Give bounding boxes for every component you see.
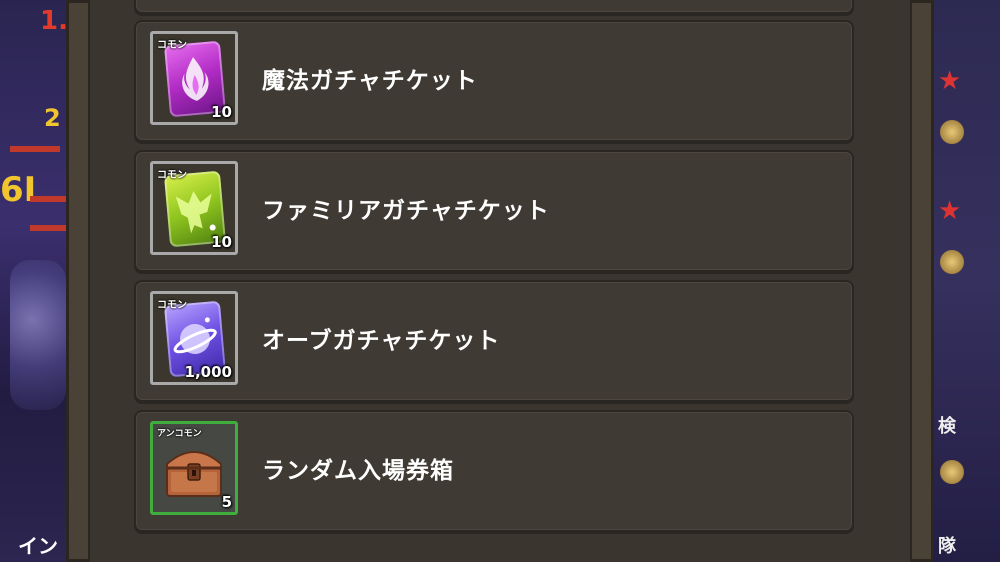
background-number: 6I [0, 170, 37, 210]
star-icon: ★ [938, 196, 962, 226]
side-menu-label: 検 [938, 416, 956, 437]
item-icon-frame: コモン 10 [150, 31, 238, 125]
rarity-label: アンコモン [157, 429, 202, 439]
star-icon: ★ [938, 66, 962, 96]
menu-icon [940, 460, 964, 484]
rarity-label: コモン [157, 300, 187, 311]
background-text: イン [18, 534, 58, 558]
item-quantity: 10 [211, 233, 232, 251]
item-icon-frame: アンコモン 5 [150, 421, 238, 515]
item-icon-frame: コモン 1,000 [150, 291, 238, 385]
list-item-random-ticket-box[interactable]: アンコモン 5 ランダム入場券箱 [134, 410, 854, 532]
item-name: ランダム入場券箱 [262, 458, 454, 484]
hp-bar [30, 225, 70, 231]
item-icon-frame: コモン 10 [150, 161, 238, 255]
medal-icon [940, 120, 964, 144]
character-sprite [10, 260, 66, 410]
side-menu-label: 隊 [938, 536, 956, 557]
item-quantity: 1,000 [184, 363, 232, 381]
hp-bar [30, 196, 70, 202]
game-background-right: ★ ★ 検 隊 [934, 0, 1000, 562]
rarity-label: コモン [157, 40, 187, 51]
list-item-familiar-ticket[interactable]: コモン 10 ファミリアガチャチケット [134, 150, 854, 272]
inventory-panel: コモン 10 魔法ガチャチケット コモン 10 ファミリアガチャチケット コモン… [66, 0, 934, 562]
item-name: ファミリアガチャチケット [262, 198, 550, 224]
item-name: オーブガチャチケット [262, 328, 501, 354]
list-item-partial[interactable] [134, 0, 854, 14]
game-background-left: 1. 2 6I イン [0, 0, 70, 562]
background-number: 2 [44, 104, 61, 132]
treasure-chest-icon [166, 451, 222, 497]
list-item-magic-ticket[interactable]: コモン 10 魔法ガチャチケット [134, 20, 854, 142]
inventory-panel-inner: コモン 10 魔法ガチャチケット コモン 10 ファミリアガチャチケット コモン… [88, 0, 912, 562]
list-item-orb-ticket[interactable]: コモン 1,000 オーブガチャチケット [134, 280, 854, 402]
item-quantity: 5 [221, 493, 232, 511]
item-name: 魔法ガチャチケット [262, 68, 478, 94]
hp-bar [10, 146, 60, 152]
rarity-label: コモン [157, 170, 187, 181]
item-quantity: 10 [211, 103, 232, 121]
background-number: 1. [40, 6, 68, 36]
medal-icon [940, 250, 964, 274]
